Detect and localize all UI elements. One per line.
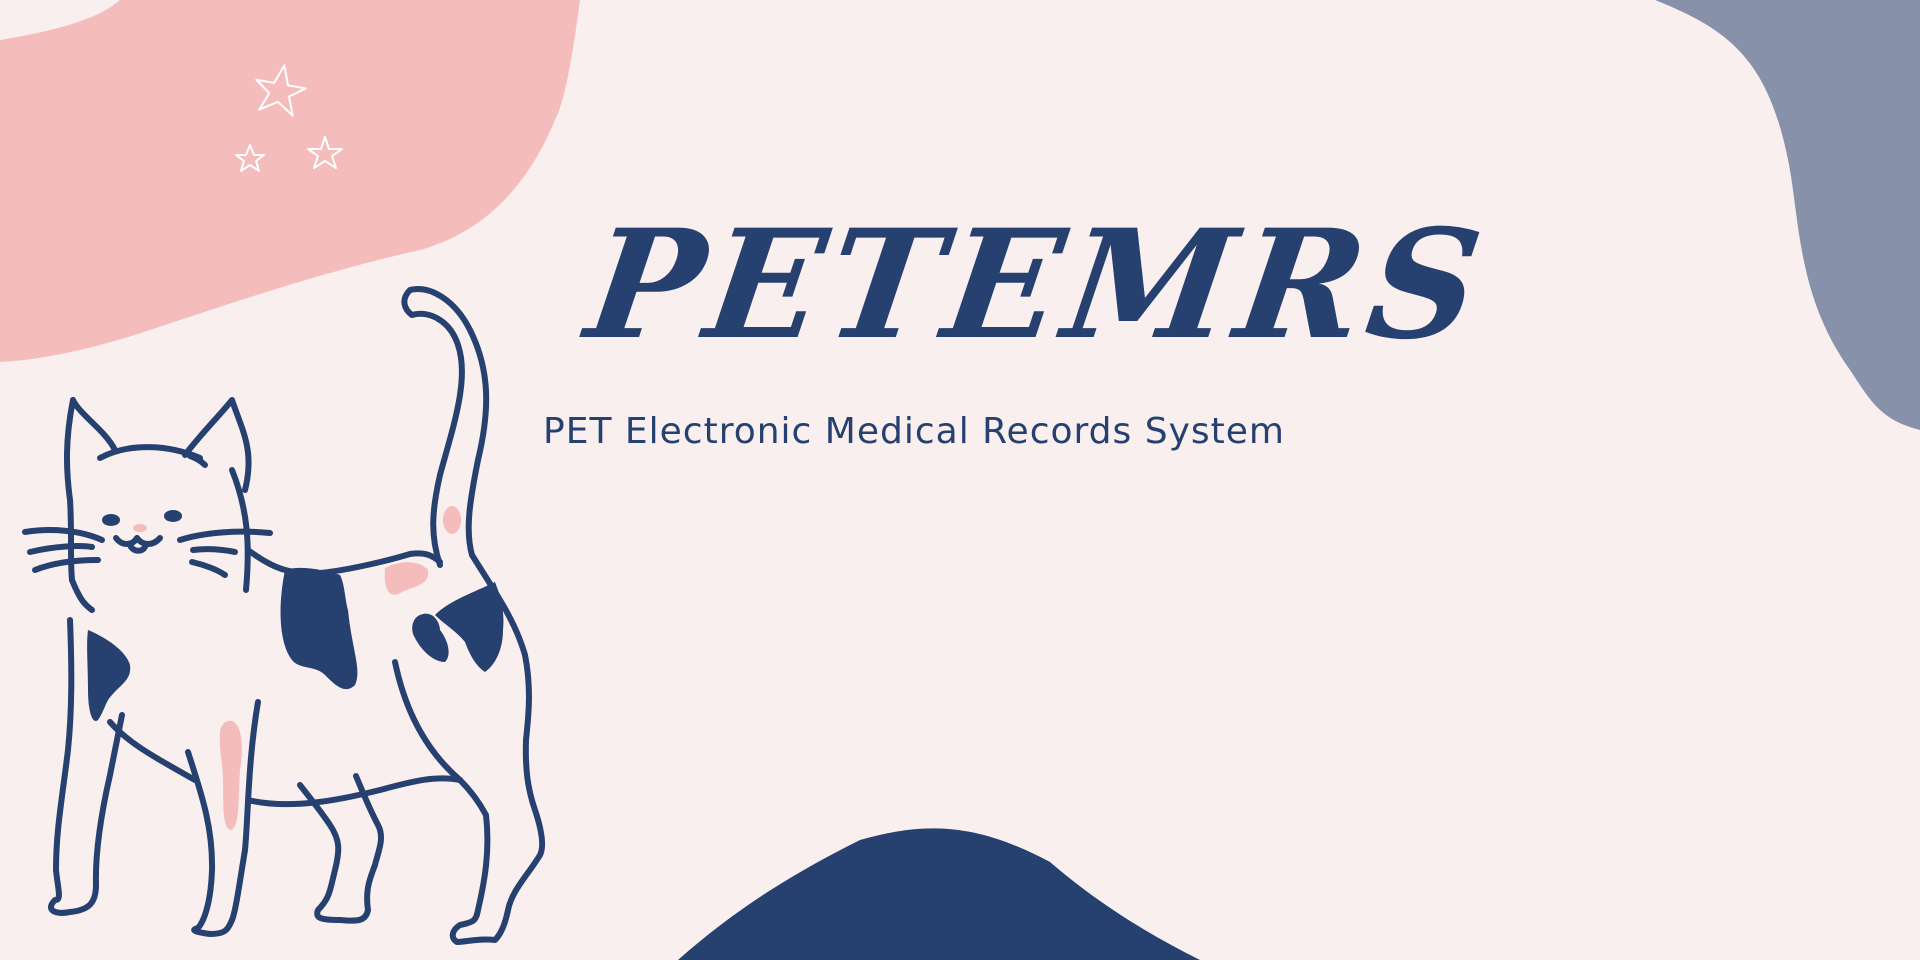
star-icon bbox=[255, 64, 307, 117]
star-icons bbox=[235, 64, 343, 172]
app-title: PETEMRS bbox=[577, 197, 1497, 373]
cat-illustration bbox=[22, 286, 546, 945]
star-icon bbox=[235, 144, 265, 172]
app-subtitle: PET Electronic Medical Records System bbox=[543, 411, 1285, 452]
star-icon bbox=[307, 136, 343, 169]
banner: PETEMRS PET Electronic Medical Records S… bbox=[0, 0, 1920, 960]
